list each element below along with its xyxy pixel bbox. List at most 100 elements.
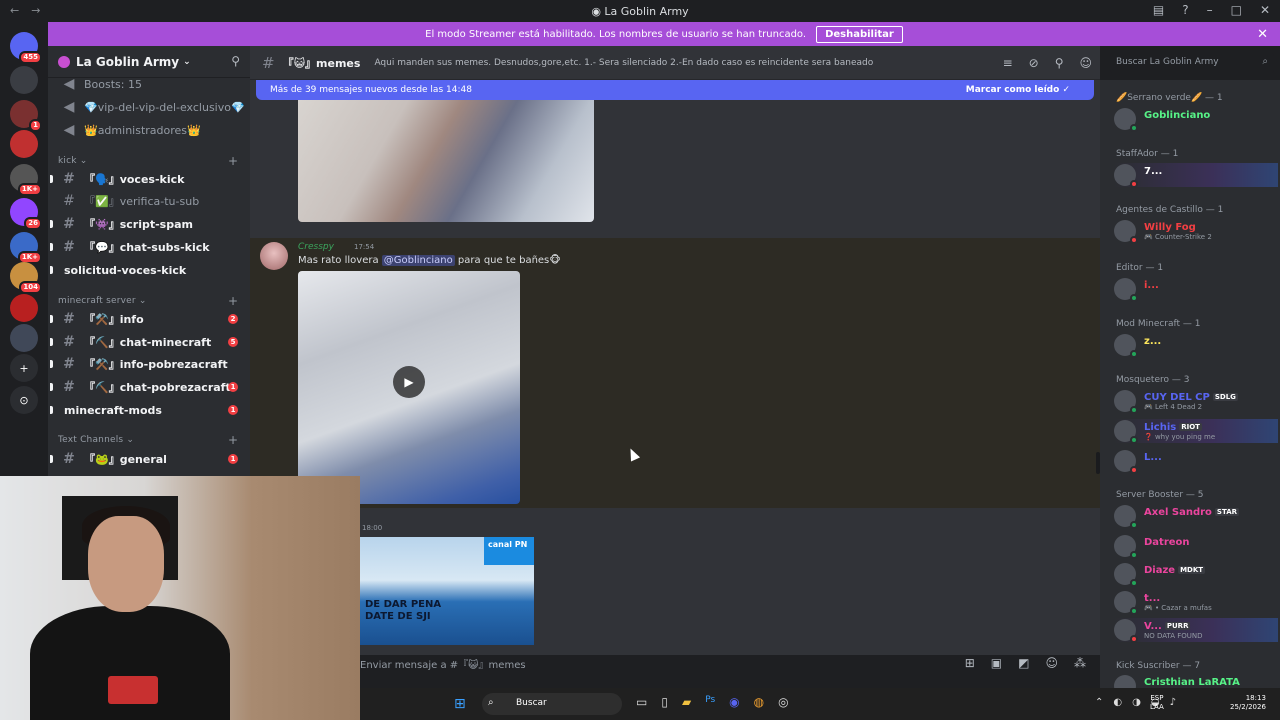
member-role-header: Server Booster — 5 [1116,490,1204,500]
member-item[interactable]: Willy Fog 🎮 Counter-Strike 2 [1114,219,1278,244]
gif-icon[interactable]: ▣ [991,656,1002,670]
channel-category[interactable]: Text Channels ⌄ + [58,433,238,447]
channel-category[interactable]: kick ⌄ + [58,154,238,168]
channel-label: 『⛏️』chat-minecraft [84,336,212,349]
server-icon[interactable] [10,66,38,94]
server-icon[interactable] [10,324,38,352]
inbox-icon[interactable]: ▤ [1153,3,1164,17]
sidebar-channel[interactable]: # 『🐸』general 1 [48,449,250,469]
sidebar-channel[interactable]: # 『⚒️』info-pobrezacraft [48,354,250,374]
apps-icon[interactable]: ⁂ [1074,656,1086,670]
sidebar-channel[interactable]: # 『⚒️』info 2 [48,309,250,329]
chrome-icon[interactable]: ◍ [754,695,764,709]
server-icon[interactable] [10,130,38,158]
channel-topic[interactable]: Aqui manden sus memes. Desnudos,gore,etc… [374,58,874,68]
sidebar-channel[interactable]: # 『⛏️』chat-minecraft 5 [48,332,250,352]
member-item[interactable]: V... PURR NO DATA FOUND [1114,618,1278,643]
speaker-icon: ◀ [63,76,75,92]
member-item[interactable]: Lichis RIOT ❓ why you ping me [1114,419,1278,444]
microphone-icon[interactable]: ♪ [1170,697,1176,708]
add-channel-icon[interactable]: + [228,154,238,168]
channel-category[interactable]: minecraft server ⌄ + [58,294,238,308]
member-item[interactable]: t... 🎮 • Cazar a mufas [1114,590,1278,615]
member-item[interactable]: CUY DEL CP SDLG 🎮 Left 4 Dead 2 [1114,389,1278,414]
minimize-button[interactable]: – [1207,3,1213,17]
sidebar-channel[interactable]: # 『⛏️』chat-pobrezacraft 1 [48,377,250,397]
new-messages-bar[interactable]: Más de 39 mensajes nuevos desde las 14:4… [256,80,1094,100]
sidebar-channel[interactable]: solicitud-voces-kick [48,260,250,280]
avatar [1114,450,1138,474]
chat-area[interactable]: Más de 39 mensajes nuevos desde las 14:4… [250,80,1100,655]
attachment-image[interactable] [298,100,594,222]
windows-start-icon[interactable]: ⊞ [454,696,466,712]
close-icon[interactable]: ✕ [1257,27,1268,42]
server-icon[interactable] [10,294,38,322]
server-icon[interactable]: 1K+ [10,164,42,196]
maximize-button[interactable]: □ [1231,3,1242,17]
channel-label: 『🗣️』voces-kick [84,173,185,186]
message-author[interactable]: Cresspy [298,242,334,252]
member-item[interactable]: z... [1114,333,1278,358]
member-item[interactable]: i... [1114,277,1278,302]
discover-icon[interactable]: ⊙ [10,386,38,414]
taskbar-search[interactable]: Buscar [482,693,622,715]
add-channel-icon[interactable]: + [228,294,238,308]
app-icon[interactable]: ▯ [661,695,668,709]
close-window-button[interactable]: ✕ [1260,3,1270,17]
message-input[interactable]: Enviar mensaje a #『😺』memes ⊞ ▣ ◩ ☺ ⁂ [360,652,1094,674]
channel-label: solicitud-voces-kick [64,263,187,277]
photoshop-icon[interactable]: Ps [705,695,715,709]
notifications-muted-icon[interactable]: ⊘ [1029,56,1039,70]
task-view-icon[interactable]: ▭ [636,695,647,709]
clock[interactable]: 18:13 25/2/2026 [1230,694,1266,712]
app-icon[interactable]: ◎ [778,695,788,709]
tray-chevron-icon[interactable]: ⌃ [1095,697,1103,708]
server-icon[interactable]: 455 [10,32,42,64]
sidebar-channel[interactable]: ◀ 💎vip-del-vip-del-exclusivo💎 [48,97,250,117]
server-icon[interactable]: 1 [10,100,42,132]
emoji-icon[interactable]: ☺ [1045,656,1058,670]
add-server-icon[interactable]: + [10,354,38,382]
threads-icon[interactable]: ≡ [1003,56,1013,70]
member-item[interactable]: L... [1114,449,1278,474]
member-item[interactable]: Datreon [1114,534,1278,559]
status-indicator [1130,607,1138,615]
sidebar-channel[interactable]: # 『👾』script-spam [48,214,250,234]
sidebar-channel[interactable]: ◀ Boosts: 15 [48,74,250,94]
sticker-icon[interactable]: ◩ [1018,656,1029,670]
server-icon[interactable]: 104 [10,262,42,294]
member-item[interactable]: Diaze MDKT [1114,562,1278,587]
tray-app-icon[interactable]: ◐ [1113,697,1122,708]
disable-streamer-button[interactable]: Deshabilitar [816,25,903,43]
add-member-icon[interactable]: ⚲ [231,54,240,68]
sidebar-channel[interactable]: # 『💬』chat-subs-kick [48,237,250,257]
attachment-image[interactable]: canal PN DE DAR PENA DATE DE SJI [360,537,534,645]
unread-indicator [50,315,53,323]
sidebar-channel[interactable]: minecraft-mods 1 [48,400,250,420]
file-explorer-icon[interactable]: ▰ [682,695,691,709]
members-icon[interactable]: ☺ [1079,56,1092,70]
play-icon[interactable]: ▶ [393,366,425,398]
discord-icon[interactable]: ◉ [729,695,739,709]
hash-icon: # [63,216,75,232]
sidebar-channel[interactable]: # 『✅』verifica-tu-sub [48,191,250,211]
add-channel-icon[interactable]: + [228,433,238,447]
video-attachment[interactable]: ▶ [298,271,520,504]
gift-icon[interactable]: ⊞ [965,656,975,670]
server-icon[interactable]: 26 [10,198,42,230]
input-language[interactable]: ESP LAA [1150,694,1164,712]
search-icon: ⌕ [488,697,494,708]
sidebar-channel[interactable]: # 『🗣️』voces-kick [48,169,250,189]
member-item[interactable]: Goblinciano [1114,107,1278,132]
help-icon[interactable]: ? [1182,3,1188,17]
member-item[interactable]: Axel Sandro STAR [1114,504,1278,529]
member-item[interactable]: 7... [1114,163,1278,188]
pin-icon[interactable]: ⚲ [1055,56,1064,70]
server-icon[interactable]: 1K+ [10,232,42,264]
mark-as-read-button[interactable]: Marcar como leído ✓ [966,85,1070,95]
avatar[interactable] [260,242,288,270]
search-input[interactable]: Buscar La Goblin Army ⌕ [1110,53,1274,73]
tray-app-icon[interactable]: ◑ [1132,697,1141,708]
user-mention[interactable]: @Goblinciano [381,255,455,266]
sidebar-channel[interactable]: ◀ 👑administradores👑 [48,120,250,140]
